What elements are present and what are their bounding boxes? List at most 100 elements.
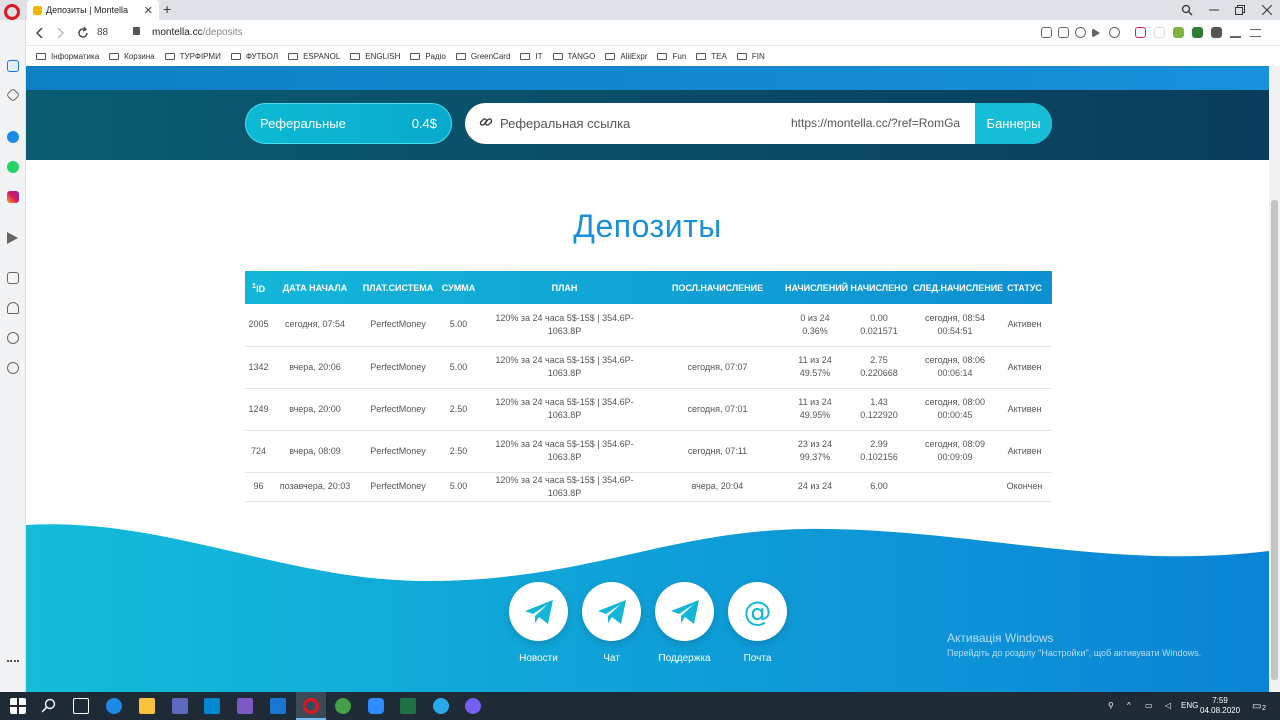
people-icon[interactable]: ⚲ xyxy=(1108,701,1114,710)
header-payment-system[interactable]: ПЛАТ.СИСТЕМА xyxy=(358,271,438,304)
browser-tab[interactable]: Депозиты | Montella ✕ xyxy=(27,0,159,20)
scrollbar-thumb[interactable] xyxy=(1271,200,1278,680)
bookmark-folder[interactable]: ФУТБОЛ xyxy=(230,52,278,61)
footer-link-support[interactable]: Поддержка xyxy=(655,582,714,664)
task-view-icon[interactable] xyxy=(73,698,89,714)
forward-icon[interactable] xyxy=(56,28,64,38)
bookmark-folder[interactable]: ТУРФІРМИ xyxy=(164,51,221,61)
footer-link-mail[interactable]: @ Почта xyxy=(728,582,787,664)
opera-menu-icon[interactable] xyxy=(4,4,20,20)
header-accrued[interactable]: НАЧИСЛЕНО xyxy=(845,271,913,304)
chrome-icon[interactable] xyxy=(335,698,351,714)
footer-link-label[interactable]: Чат xyxy=(582,653,641,664)
flow-icon[interactable] xyxy=(1092,28,1100,38)
reload-icon[interactable] xyxy=(77,27,89,39)
search-tabs-icon[interactable] xyxy=(1181,4,1193,16)
edge-icon[interactable] xyxy=(106,698,122,714)
speed-dial-count[interactable]: 88 xyxy=(97,27,108,38)
tray-chevron-icon[interactable]: ^ xyxy=(1127,701,1131,710)
heart-icon[interactable] xyxy=(7,302,19,314)
settings-icon[interactable] xyxy=(7,362,19,374)
file-explorer-icon[interactable] xyxy=(139,698,155,714)
excel-icon[interactable] xyxy=(400,698,416,714)
vpn-icon[interactable] xyxy=(1109,27,1120,38)
footer-link-news[interactable]: Новости xyxy=(509,582,568,664)
easy-setup-icon[interactable] xyxy=(1250,29,1261,37)
home-icon[interactable] xyxy=(7,60,19,72)
next-countdown: 00:00:45 xyxy=(937,410,973,420)
header-accrual-count[interactable]: НАЧИСЛЕНИЙ xyxy=(785,271,848,304)
store-icon[interactable] xyxy=(204,698,220,714)
bookmark-folder[interactable]: ENGLISH xyxy=(350,52,400,61)
windows-start-icon[interactable] xyxy=(10,698,26,714)
header-last-accrual[interactable]: ПОСЛ.НАЧИСЛЕНИЕ xyxy=(650,271,785,304)
block-icon[interactable] xyxy=(1075,27,1086,38)
bookmark-label: ТУРФІРМИ xyxy=(179,51,221,61)
cube-icon[interactable] xyxy=(1211,27,1222,38)
notifications-icon[interactable]: ▭ xyxy=(1252,701,1261,712)
bookmark-folder[interactable]: GreenCard xyxy=(455,52,510,61)
extension-p-icon[interactable] xyxy=(1192,27,1203,38)
footer-link-chat[interactable]: Чат xyxy=(582,582,641,664)
bookmark-folder[interactable]: IT xyxy=(520,52,543,61)
extension-red-icon[interactable] xyxy=(1135,27,1146,38)
whatsapp-icon[interactable] xyxy=(7,161,19,173)
new-tab-button[interactable]: + xyxy=(163,1,171,17)
viber-icon[interactable] xyxy=(465,698,481,714)
opera-icon[interactable] xyxy=(303,698,319,714)
header-next-accrual[interactable]: СЛЕД.НАЧИСЛЕНИЕ xyxy=(913,271,1003,304)
footer-link-label[interactable]: Поддержка xyxy=(655,653,714,664)
back-icon[interactable] xyxy=(36,28,44,38)
downloads-icon[interactable] xyxy=(1230,27,1241,38)
instagram-icon[interactable] xyxy=(7,191,19,203)
telegram-icon[interactable] xyxy=(509,582,568,641)
speed-dial-icon[interactable] xyxy=(5,87,21,103)
bookmark-folder[interactable]: Радіо xyxy=(410,52,446,61)
bookmark-folder[interactable]: AliiExpr xyxy=(605,52,647,61)
zoom-icon[interactable] xyxy=(368,698,384,714)
lock-icon[interactable] xyxy=(133,27,140,35)
bookmark-folder[interactable]: Fun xyxy=(657,52,686,61)
language-indicator[interactable]: ENG xyxy=(1181,701,1198,710)
tabs-grid-icon[interactable] xyxy=(7,272,19,284)
header-amount[interactable]: СУММА xyxy=(438,271,479,304)
tab-close-icon[interactable]: ✕ xyxy=(144,4,153,17)
bookmark-folder[interactable]: ESPANOL xyxy=(288,52,340,61)
history-icon[interactable] xyxy=(7,332,19,344)
url-field[interactable]: montella.cc/deposits xyxy=(152,27,243,38)
footer-link-label[interactable]: Новости xyxy=(509,653,568,664)
footer-link-label[interactable]: Почта xyxy=(728,653,787,664)
referral-link-url[interactable]: https://montella.cc/?ref=RomGa xyxy=(791,116,960,130)
telegram-taskbar-icon[interactable] xyxy=(433,698,449,714)
more-icon[interactable] xyxy=(7,660,19,664)
system-clock[interactable]: 7:59 04.08.2020 xyxy=(1200,696,1240,716)
flow-sidebar-icon[interactable] xyxy=(7,232,18,244)
bookmark-folder[interactable]: FIN xyxy=(736,52,765,61)
minimize-icon[interactable] xyxy=(1209,5,1219,15)
messenger-icon[interactable] xyxy=(7,131,19,143)
download-green-icon[interactable] xyxy=(1173,27,1184,38)
snapshot-icon[interactable] xyxy=(1058,27,1069,38)
search-icon[interactable] xyxy=(41,698,57,714)
search-page-icon[interactable] xyxy=(1041,27,1052,38)
bookmark-folder[interactable]: TANGO xyxy=(552,52,595,61)
bookmark-folder[interactable]: Інформатика xyxy=(36,52,99,61)
at-icon[interactable]: @ xyxy=(728,582,787,641)
telegram-icon[interactable] xyxy=(582,582,641,641)
close-window-icon[interactable] xyxy=(1262,5,1272,15)
banners-button[interactable]: Баннеры xyxy=(975,103,1052,144)
header-id[interactable]: 1ID xyxy=(245,271,272,304)
app-icon[interactable] xyxy=(237,698,253,714)
network-icon[interactable]: ▭ xyxy=(1145,701,1153,710)
restore-icon[interactable] xyxy=(1235,5,1245,15)
mail-icon[interactable] xyxy=(270,698,286,714)
calculator-icon[interactable] xyxy=(172,698,188,714)
telegram-icon[interactable] xyxy=(655,582,714,641)
extension-gray-icon[interactable] xyxy=(1154,27,1165,38)
bookmark-folder[interactable]: Корзина xyxy=(109,52,155,61)
bookmark-folder[interactable]: TEA xyxy=(696,52,727,61)
header-start-date[interactable]: ДАТА НАЧАЛА xyxy=(272,271,358,304)
header-status[interactable]: СТАТУС xyxy=(997,271,1052,304)
volume-icon[interactable]: ◁ xyxy=(1165,701,1171,710)
header-plan[interactable]: ПЛАН xyxy=(479,271,650,304)
